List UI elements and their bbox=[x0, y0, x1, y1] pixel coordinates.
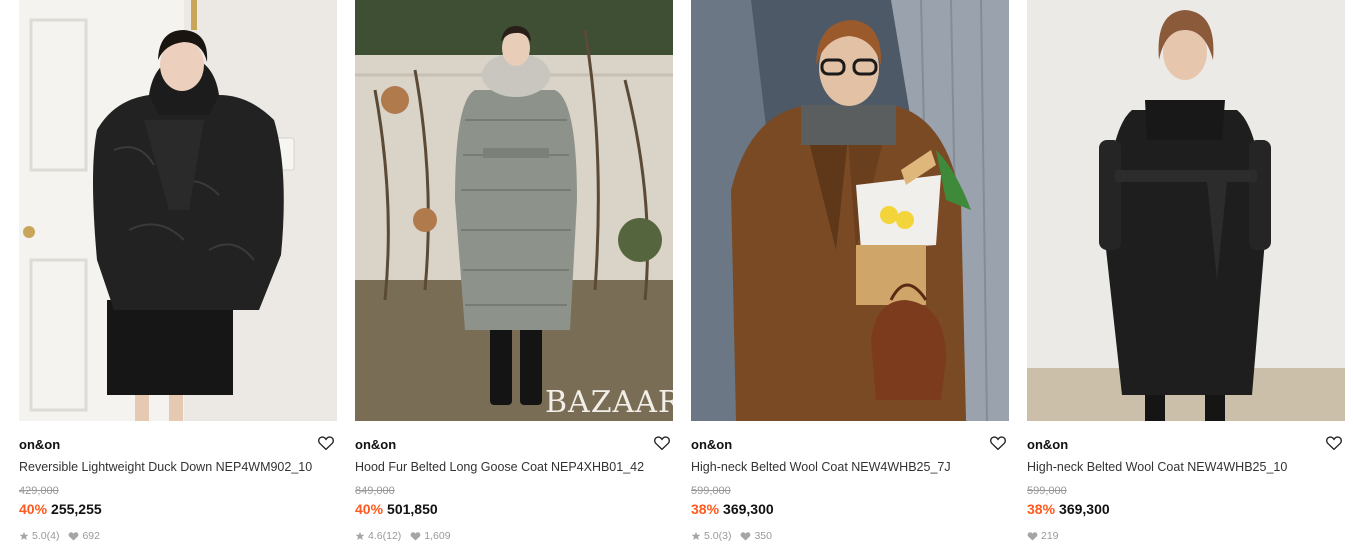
rating-value: 5.0 bbox=[32, 530, 47, 542]
product-name[interactable]: Reversible Lightweight Duck Down NEP4WM9… bbox=[19, 460, 337, 474]
heart-icon[interactable] bbox=[989, 434, 1007, 452]
original-price: 599,000 bbox=[1027, 485, 1067, 497]
sale-price: 501,850 bbox=[387, 501, 438, 517]
discount-rate: 38% bbox=[1027, 501, 1056, 517]
product-card[interactable]: BAZAAR on&on Hood Fur Belted Long Goose … bbox=[355, 0, 673, 549]
bazaar-watermark: BAZAAR bbox=[545, 385, 673, 420]
product-card[interactable]: on&on High-neck Belted Wool Coat NEW4WHB… bbox=[691, 0, 1009, 549]
rating-value: 4.6 bbox=[368, 530, 383, 542]
product-image[interactable] bbox=[691, 0, 1009, 421]
sale-price: 369,300 bbox=[1059, 501, 1110, 517]
brand-name[interactable]: on&on bbox=[355, 437, 396, 452]
heart-icon[interactable] bbox=[317, 434, 335, 452]
heart-filled-icon bbox=[410, 532, 421, 541]
review-count: (3) bbox=[718, 530, 732, 542]
price-row: 38% 369,300 bbox=[691, 501, 774, 517]
sale-price: 255,255 bbox=[51, 501, 102, 517]
star-icon bbox=[691, 531, 701, 540]
product-image[interactable] bbox=[1027, 0, 1345, 421]
discount-rate: 38% bbox=[691, 501, 720, 517]
heart-filled-icon bbox=[69, 532, 79, 541]
like-count: 1,609 bbox=[424, 530, 451, 542]
heart-filled-icon bbox=[741, 532, 751, 541]
discount-rate: 40% bbox=[355, 501, 384, 517]
rating-value: 5.0 bbox=[704, 530, 719, 542]
product-name[interactable]: High-neck Belted Wool Coat NEW4WHB25_10 bbox=[1027, 460, 1345, 474]
product-card[interactable]: on&on High-neck Belted Wool Coat NEW4WHB… bbox=[1027, 0, 1345, 549]
heart-icon[interactable] bbox=[653, 434, 671, 452]
product-meta: 4.6 (12) 1,609 bbox=[355, 530, 451, 542]
heart-filled-icon bbox=[1027, 532, 1038, 541]
price-row: 38% 369,300 bbox=[1027, 501, 1110, 517]
brand-name[interactable]: on&on bbox=[691, 437, 732, 452]
sale-price: 369,300 bbox=[723, 501, 774, 517]
product-meta: 219 bbox=[1027, 530, 1059, 542]
heart-icon[interactable] bbox=[1325, 434, 1343, 452]
price-row: 40% 255,255 bbox=[19, 501, 102, 517]
original-price: 599,000 bbox=[691, 485, 731, 497]
product-meta: 5.0 (4) 692 bbox=[19, 530, 100, 542]
like-count: 219 bbox=[1041, 530, 1059, 542]
product-image[interactable]: BAZAAR bbox=[355, 0, 673, 421]
review-count: (4) bbox=[46, 530, 60, 542]
review-count: (12) bbox=[382, 530, 402, 542]
original-price: 849,000 bbox=[355, 485, 395, 497]
discount-rate: 40% bbox=[19, 501, 48, 517]
like-count: 692 bbox=[82, 530, 100, 542]
price-row: 40% 501,850 bbox=[355, 501, 438, 517]
star-icon bbox=[19, 531, 29, 540]
product-card[interactable]: on&on Reversible Lightweight Duck Down N… bbox=[19, 0, 337, 549]
product-meta: 5.0 (3) 350 bbox=[691, 530, 772, 542]
original-price: 429,000 bbox=[19, 485, 59, 497]
product-grid: on&on Reversible Lightweight Duck Down N… bbox=[0, 0, 1353, 549]
brand-name[interactable]: on&on bbox=[19, 437, 60, 452]
product-name[interactable]: Hood Fur Belted Long Goose Coat NEP4XHB0… bbox=[355, 460, 673, 474]
brand-name[interactable]: on&on bbox=[1027, 437, 1068, 452]
like-count: 350 bbox=[754, 530, 772, 542]
product-image[interactable] bbox=[19, 0, 337, 421]
star-icon bbox=[355, 531, 365, 540]
product-name[interactable]: High-neck Belted Wool Coat NEW4WHB25_7J bbox=[691, 460, 1009, 474]
